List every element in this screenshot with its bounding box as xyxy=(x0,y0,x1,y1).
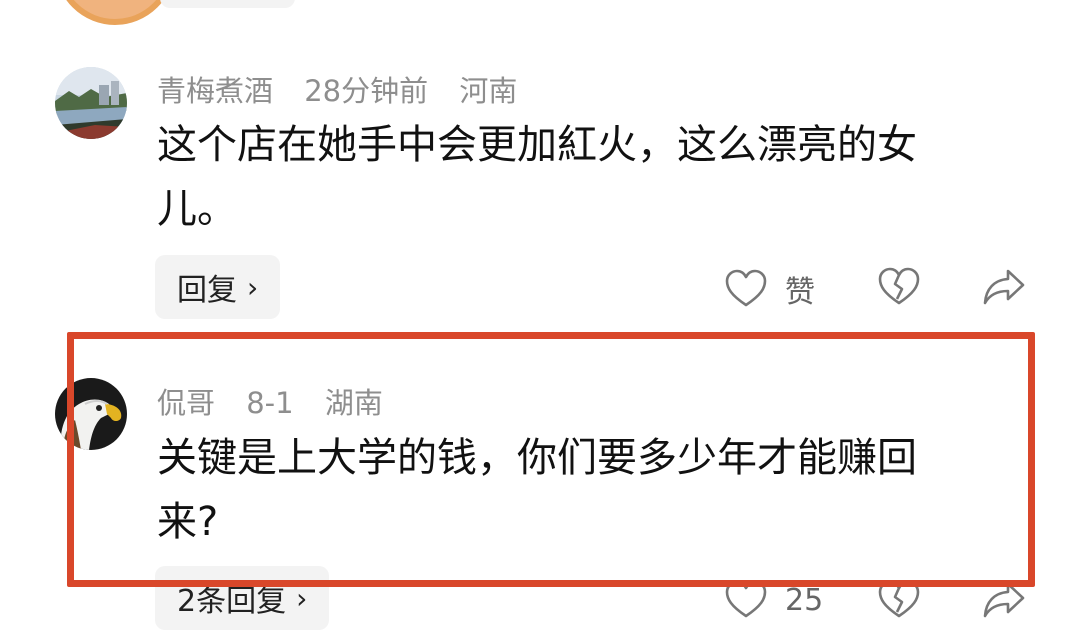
broken-heart-icon xyxy=(878,267,920,305)
chevron-right-icon: › xyxy=(247,270,259,304)
dislike-button[interactable] xyxy=(878,267,920,307)
previous-comment-avatar[interactable] xyxy=(55,0,175,25)
heart-outline-icon xyxy=(725,269,767,307)
comment-text: 这个店在她手中会更加紅火，这么漂亮的女 儿。 xyxy=(157,113,1007,241)
comment-meta: 青梅煮酒 28分钟前 河南 xyxy=(157,68,539,110)
reply-button[interactable]: 回复 › xyxy=(155,255,281,319)
like-count: 25 xyxy=(785,582,824,618)
comment-text-line: 这个店在她手中会更加紅火，这么漂亮的女 xyxy=(157,122,917,168)
share-button[interactable] xyxy=(982,267,1026,307)
like-button[interactable]: 赞 xyxy=(725,267,815,311)
author-name[interactable]: 青梅煮酒 xyxy=(157,74,273,108)
comment-text-line: 儿。 xyxy=(157,186,237,232)
highlight-annotation-box xyxy=(67,332,1035,587)
like-label: 赞 xyxy=(785,275,815,310)
comment-location: 河南 xyxy=(459,74,518,108)
previous-comment-pill[interactable] xyxy=(160,0,295,8)
avatar[interactable] xyxy=(55,67,127,139)
comment-time: 28分钟前 xyxy=(304,74,429,108)
landscape-avatar-image xyxy=(55,67,127,139)
reply-label: 回复 xyxy=(177,273,237,308)
share-arrow-icon xyxy=(983,269,1025,305)
